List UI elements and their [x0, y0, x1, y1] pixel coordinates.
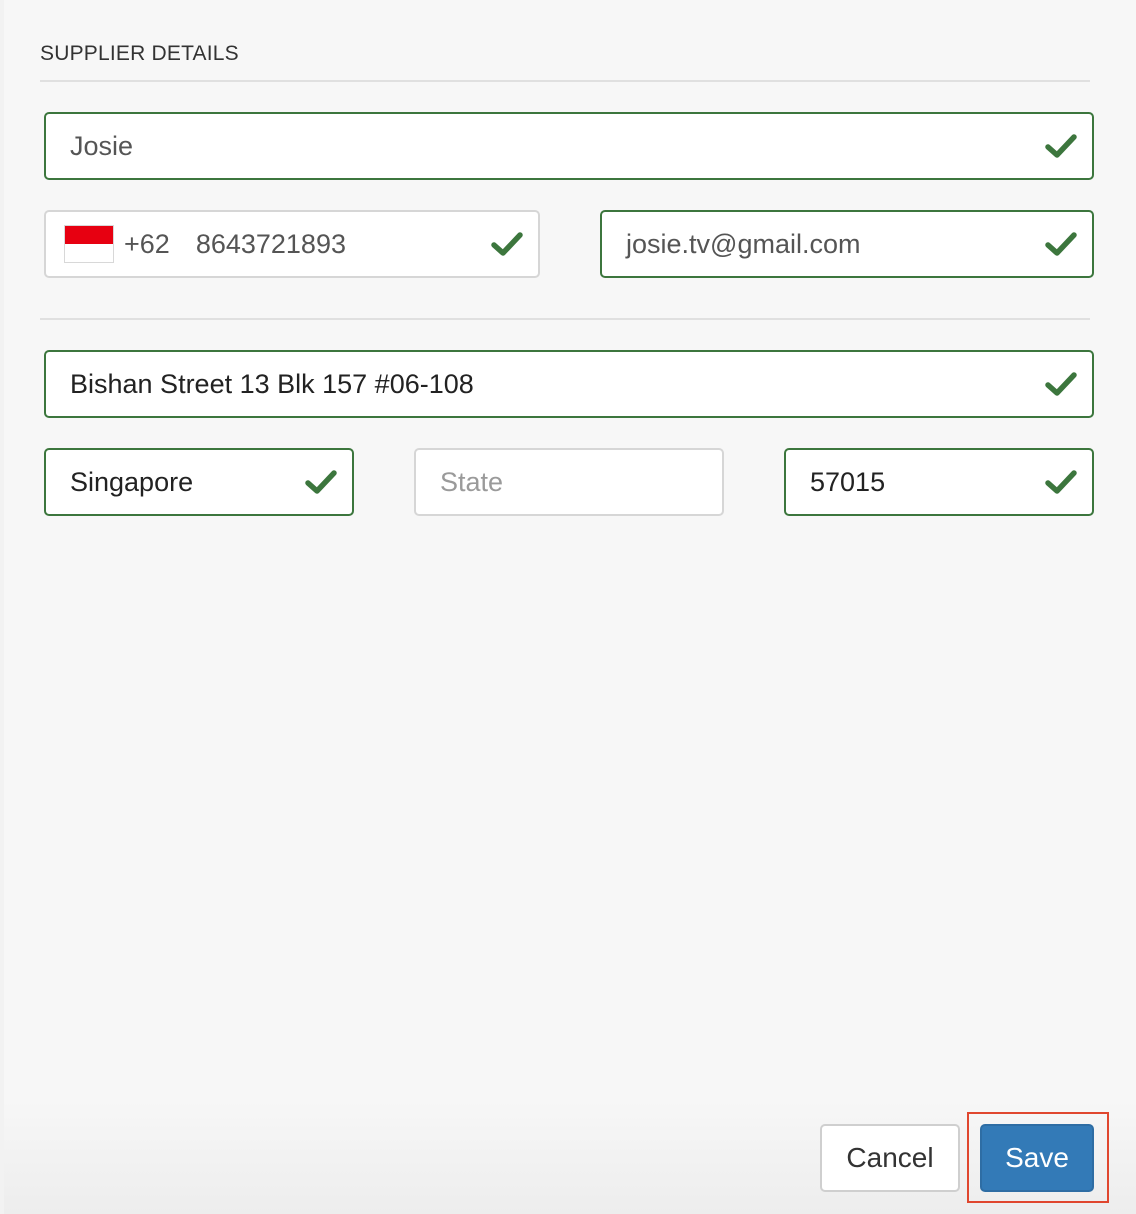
postal-code-field[interactable]: 57015: [784, 448, 1094, 516]
save-button-highlight: [967, 1112, 1109, 1203]
address-value: Bishan Street 13 Blk 157 #06-108: [70, 368, 474, 399]
phone-number-value: 8643721893: [195, 228, 346, 259]
dial-code: +62: [124, 228, 170, 259]
checkmark-icon: [1044, 465, 1078, 499]
email-field[interactable]: josie.tv@gmail.com: [600, 210, 1094, 278]
address-field[interactable]: Bishan Street 13 Blk 157 #06-108: [44, 350, 1094, 418]
postal-code-value: 57015: [810, 466, 886, 497]
checkmark-icon: [1044, 227, 1078, 261]
city-value: Singapore: [70, 466, 194, 497]
indonesia-flag-icon[interactable]: [64, 225, 114, 263]
phone-field[interactable]: +62 8643721893: [44, 210, 540, 278]
name-field[interactable]: Josie: [44, 112, 1094, 180]
cancel-button[interactable]: Cancel: [820, 1124, 960, 1192]
state-placeholder: State: [440, 466, 504, 497]
section-divider: [40, 80, 1090, 82]
checkmark-icon: [1044, 367, 1078, 401]
name-value: Josie: [70, 130, 134, 161]
email-value: josie.tv@gmail.com: [626, 228, 861, 259]
city-field[interactable]: Singapore: [44, 448, 354, 516]
checkmark-icon: [304, 465, 338, 499]
checkmark-icon: [1044, 129, 1078, 163]
section-title: SUPPLIER DETAILS: [40, 42, 239, 65]
address-divider: [40, 318, 1090, 320]
supplier-form-panel: [4, 0, 1136, 1214]
state-input[interactable]: State: [414, 448, 724, 516]
checkmark-icon: [490, 227, 524, 261]
